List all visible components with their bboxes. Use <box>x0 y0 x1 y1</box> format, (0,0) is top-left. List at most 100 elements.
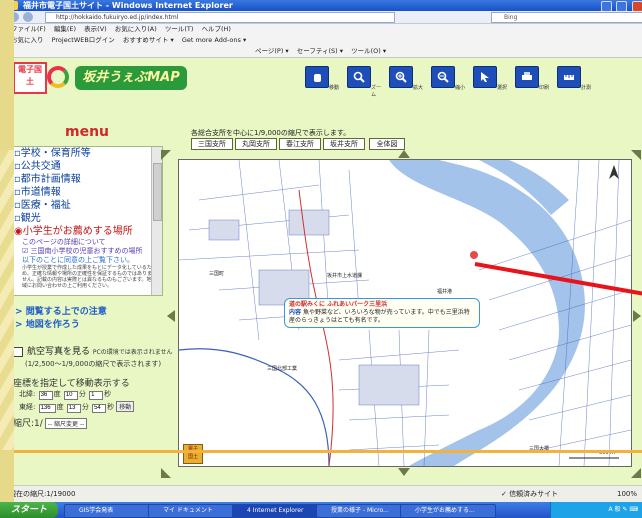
area-button-mikuni[interactable]: 三国支所 <box>191 138 233 150</box>
lat-min-input[interactable] <box>63 390 78 400</box>
lon-sec-input[interactable] <box>92 403 107 413</box>
pan-southwest-icon[interactable] <box>161 468 171 478</box>
place-popup: 道の駅みくに ふれあいパーク三里浜 内容 魚や野菜など、いろいろな物が売っていま… <box>284 298 480 328</box>
checkbox-icon: ☑ <box>22 247 31 255</box>
map-label-port: 福井港 <box>437 289 453 295</box>
menu-item-city-roads[interactable]: ▫市道情報 <box>12 186 162 199</box>
site-title: 坂井うぇぶMAP <box>75 66 187 90</box>
favorites-button[interactable]: お気に入り <box>11 36 44 44</box>
map-info-text: 各総合支所を中心に1/9,000の縮尺で表示します。 <box>191 129 351 137</box>
tool-move-label: 移動 <box>329 85 340 91</box>
menu-edit[interactable]: 編集(E) <box>54 25 76 33</box>
menu-sub-agreement: 以下のことに同意の上ご覧下さい。 <box>22 256 134 264</box>
menu-tools[interactable]: ツール(T) <box>165 25 194 33</box>
zoom-out-icon <box>437 71 449 83</box>
tool-select-label: 選択 <box>497 85 508 91</box>
create-map-link[interactable]: > 地図を作ろう <box>15 317 80 330</box>
menu-sub-checkbox[interactable]: ☑ 三国南小学校の児童おすすめの場所 <box>12 247 162 256</box>
fav-projectweb[interactable]: ProjectWEBログイン <box>52 36 115 44</box>
menu-panel: ▫学校・保育所等 ▫公共交通 ▫都市計画情報 ▫市道情報 ▫医療・福祉 ▫観光 … <box>11 146 163 296</box>
command-bar: ページ(P) ▾ セーフティ(S) ▾ ツール(O) ▾ <box>5 46 642 58</box>
pan-southeast-icon[interactable] <box>631 468 641 478</box>
menu-view[interactable]: 表示(V) <box>84 25 107 33</box>
tool-print-label: 印刷 <box>539 85 550 91</box>
pan-east-icon[interactable] <box>633 310 641 322</box>
zoom-in-icon <box>395 71 407 83</box>
title-bar: 福井市電子国土サイト - Windows Internet Explorer <box>5 0 642 12</box>
tool-select[interactable] <box>473 66 497 88</box>
pan-south-icon[interactable] <box>398 468 410 476</box>
menu-file[interactable]: ファイル(F) <box>11 25 46 33</box>
denshi-kokudo-logo: 電子国土 <box>13 62 47 94</box>
swirl-logo-icon <box>47 66 69 88</box>
task-word[interactable]: 授業の様子 - Micro... <box>316 504 412 518</box>
url-input[interactable]: http://hokkaido.fukuiryo.ed.jp/index.htm… <box>45 12 395 23</box>
scale-row: 縮尺:1/-- 縮尺変更 -- <box>13 416 88 429</box>
fav-addons[interactable]: Get more Add-ons ▾ <box>182 36 246 44</box>
lat-deg-input[interactable] <box>38 390 53 400</box>
north-arrow-icon <box>609 165 619 179</box>
aerial-photo-toggle[interactable]: 航空写真を見る PCの環境では表示されません <box>13 344 173 357</box>
tool-measure[interactable] <box>557 66 581 88</box>
tool-move[interactable] <box>305 66 329 88</box>
scroll-thumb[interactable] <box>153 163 162 221</box>
cmd-tools[interactable]: ツール(O) ▾ <box>351 47 386 55</box>
popup-text: 魚や野菜など、いろいろな物が売っています。中でも三里浜特産のらっきょうはとても有… <box>289 309 470 324</box>
address-bar: http://hokkaido.fukuiryo.ed.jp/index.htm… <box>5 11 642 24</box>
menu-item-medical[interactable]: ▫医療・福祉 <box>12 199 162 212</box>
menu-item-urban-planning[interactable]: ▫都市計画情報 <box>12 173 162 186</box>
popup-label: 内容 <box>289 309 302 316</box>
status-zone: ✓ 信頼済みサイト <box>501 490 559 498</box>
scale-select[interactable]: -- 縮尺変更 -- <box>44 418 88 429</box>
aerial-checkbox[interactable] <box>13 346 23 357</box>
forward-icon[interactable] <box>23 12 33 22</box>
search-input[interactable]: Bing <box>491 12 642 23</box>
tool-zoom-in[interactable] <box>389 66 413 88</box>
tool-print[interactable] <box>515 66 539 88</box>
system-tray[interactable]: A 般 ✎ ⌨ <box>550 502 642 518</box>
ruler-icon <box>564 75 574 80</box>
printer-icon <box>522 72 532 80</box>
task-ie[interactable]: 4 Internet Explorer <box>232 504 328 518</box>
area-button-sakai[interactable]: 坂井支所 <box>323 138 365 150</box>
cmd-safety[interactable]: セーフティ(S) ▾ <box>297 47 343 55</box>
menu-favorites[interactable]: お気に入り(A) <box>115 25 157 33</box>
cmd-page[interactable]: ページ(P) ▾ <box>255 47 289 55</box>
menu-item-tourism[interactable]: ▫観光 <box>12 212 162 225</box>
lon-deg-input[interactable] <box>38 403 56 413</box>
task-documents[interactable]: マイ ドキュメント <box>148 504 244 518</box>
window-title: 福井市電子国土サイト - Windows Internet Explorer <box>23 1 233 10</box>
menu-item-recommended[interactable]: ◉小学生がお薦めする場所 <box>12 225 162 238</box>
move-button[interactable]: 移動 <box>116 401 135 412</box>
task-recommend[interactable]: 小学生がお薦めする... <box>400 504 496 518</box>
menu-sub-details-link[interactable]: このページの詳細について <box>12 238 162 247</box>
tool-zoom[interactable] <box>347 66 371 88</box>
start-button[interactable]: スタート <box>0 502 58 518</box>
menu-item-schools[interactable]: ▫学校・保育所等 <box>12 147 162 160</box>
pan-west-icon[interactable] <box>167 310 175 322</box>
tool-zoom-out[interactable] <box>431 66 455 88</box>
popup-title: 道の駅みくに ふれあいパーク三里浜 <box>289 301 388 308</box>
aerial-scale-note: (1/2,500～1/9,000の縮尺で表示されます) <box>25 360 162 368</box>
pan-northwest-icon[interactable] <box>161 150 171 160</box>
area-button-harue[interactable]: 春江支所 <box>279 138 321 150</box>
map-label-industry: 三国北部工業 <box>267 366 298 372</box>
lat-sec-input[interactable] <box>89 390 104 400</box>
notice-link[interactable]: > 閲覧する上での注意 <box>15 304 107 317</box>
page-content: 電子国土 坂井うぇぶMAP 移動 ズーム 拡大 縮小 選択 印刷 計測 menu… <box>5 58 642 485</box>
status-zoom[interactable]: 100% <box>617 486 637 503</box>
lon-min-input[interactable] <box>66 403 81 413</box>
fav-recommended[interactable]: おすすめサイト ▾ <box>123 36 174 44</box>
task-gis[interactable]: GIS学会発表 <box>64 504 160 518</box>
pan-northeast-icon[interactable] <box>631 150 641 160</box>
map-pin-icon[interactable] <box>469 250 479 260</box>
menu-help[interactable]: ヘルプ(H) <box>202 25 231 33</box>
area-button-maruoka[interactable]: 丸岡支所 <box>235 138 277 150</box>
menu-item-transport[interactable]: ▫公共交通 <box>12 160 162 173</box>
pan-north-icon[interactable] <box>398 150 410 158</box>
map-inset-logo: 電子 国土 <box>183 444 203 464</box>
menu-scrollbar[interactable] <box>151 147 162 295</box>
area-button-overview[interactable]: 全体図 <box>369 138 405 150</box>
desktop-left-pattern <box>0 150 14 450</box>
tool-zoom-label: ズーム <box>371 85 382 98</box>
